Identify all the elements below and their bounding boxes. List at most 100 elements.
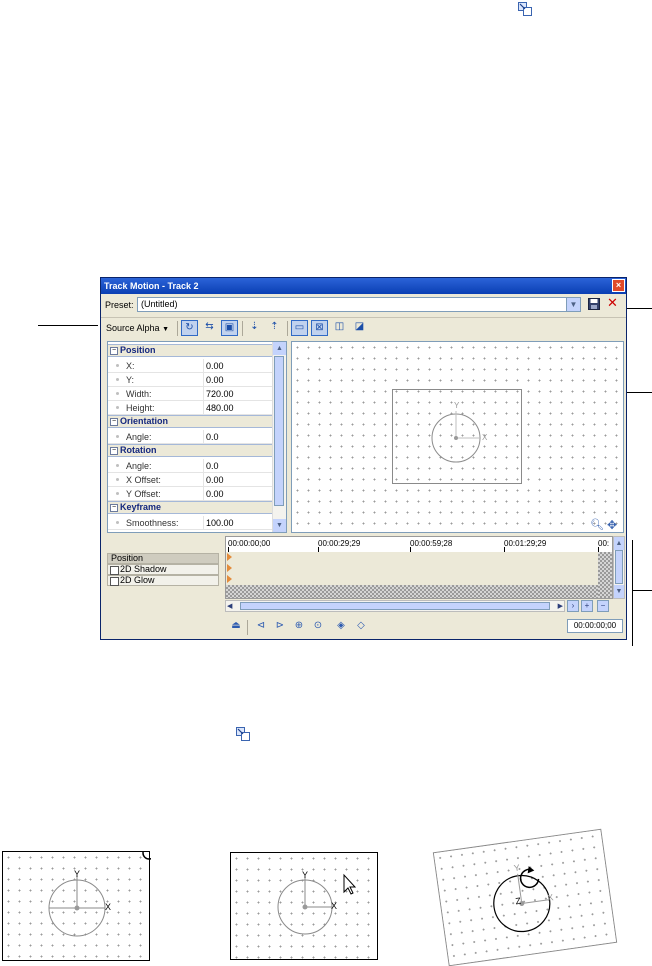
bullet-icon	[116, 464, 119, 467]
properties-scrollbar[interactable]: ▲ ▼	[272, 342, 286, 532]
property-row[interactable]: Smoothness: 100.00	[108, 516, 274, 530]
scroll-thumb[interactable]	[274, 356, 284, 506]
bullet-icon	[116, 364, 119, 367]
property-name: Smoothness:	[126, 518, 179, 528]
property-row[interactable]: Y Offset: 0.00	[108, 487, 274, 501]
frame-bounds[interactable]: Y X	[392, 389, 522, 484]
axis-x-label: X	[482, 433, 488, 442]
property-name: Height:	[126, 403, 155, 413]
property-row[interactable]: X: 0.00	[108, 359, 274, 373]
edit-in-object-space-button[interactable]: ▣	[221, 320, 238, 336]
scroll-thumb[interactable]	[240, 602, 550, 610]
section-header[interactable]: − Rotation	[108, 444, 274, 457]
ruler-time-label: 00:00:00;00	[228, 539, 271, 548]
zoom-in-button[interactable]: +	[581, 600, 593, 612]
close-button[interactable]: ×	[612, 279, 625, 292]
prevent-sizing-y-button[interactable]: ◪	[351, 320, 368, 336]
first-keyframe-button[interactable]: ⊲	[254, 619, 268, 633]
save-preset-button[interactable]	[588, 298, 601, 310]
track-item[interactable]: Position	[107, 553, 219, 564]
preset-dropdown[interactable]: (Untitled) ▼	[137, 297, 581, 312]
timeline-ruler[interactable]: 00:00:00;00 00:00:29;29 00:00:59;28 00:01:2…	[226, 537, 612, 553]
keyframe-timeline[interactable]: 00:00:00;00 00:00:29;29 00:00:59;28 00:01:2…	[225, 536, 613, 599]
scroll-right-button[interactable]: ›	[567, 600, 579, 612]
section-header[interactable]: − Keyframe	[108, 501, 274, 514]
scroll-up-icon[interactable]: ▲	[273, 342, 286, 355]
track-checkbox[interactable]	[110, 577, 119, 586]
chevron-down-icon[interactable]: ▼	[566, 298, 580, 311]
timeline-horizontal-scrollbar[interactable]: ◀ ▶	[225, 600, 565, 612]
property-row[interactable]: Width: 720.00	[108, 387, 274, 401]
section-title: Orientation	[120, 416, 169, 426]
zoom-icon[interactable]: 🔍︎	[590, 518, 604, 531]
scale-about-center-button[interactable]: ⊠	[311, 320, 328, 336]
timeline-vertical-scrollbar[interactable]: ▲ ▼	[613, 536, 625, 599]
prevent-sizing-x-button[interactable]: ◫	[331, 320, 348, 336]
keyframe-controls: ⏏ ⊲ ⊳ ⊕ ⊙ ◈ ◇	[225, 617, 625, 635]
section-title: Rotation	[120, 445, 157, 455]
property-value[interactable]: 100.00	[206, 518, 234, 528]
property-value[interactable]: 0.0	[206, 461, 219, 471]
section-header[interactable]: − Orientation	[108, 415, 274, 428]
track-motion-window: Track Motion - Track 2 × Preset: (Untitl…	[100, 277, 627, 640]
scroll-right-icon[interactable]: ▶	[558, 602, 563, 610]
collapse-icon[interactable]: −	[110, 447, 118, 455]
track-item[interactable]: 2D Glow	[107, 575, 219, 586]
move-freely-button[interactable]: ⇆	[201, 320, 218, 336]
source-alpha-dropdown[interactable]: Source Alpha ▼	[106, 323, 169, 333]
property-name: Y:	[126, 375, 135, 385]
toolbar-separator	[177, 321, 178, 336]
scroll-down-icon[interactable]: ▼	[614, 585, 624, 598]
delete-preset-button[interactable]: ✕	[606, 296, 619, 310]
zoom-out-button[interactable]: −	[597, 600, 609, 612]
lock-aspect-ratio-button[interactable]: ▭	[291, 320, 308, 336]
collapse-icon[interactable]: −	[110, 347, 118, 355]
property-value[interactable]: 720.00	[206, 389, 234, 399]
delete-keyframe-button[interactable]: ◇	[354, 619, 368, 633]
scroll-left-icon[interactable]: ◀	[227, 602, 232, 610]
track-label: 2D Shadow	[120, 564, 167, 574]
cursor-time-display[interactable]: 00:00:00;00	[567, 619, 623, 633]
pan-icon[interactable]: ✥	[607, 518, 617, 532]
preview-canvas[interactable]: Y X 🔍︎ ✥	[291, 341, 624, 533]
scroll-down-icon[interactable]: ▼	[273, 519, 286, 532]
undo-rotate-button[interactable]: ↻	[181, 320, 198, 336]
next-keyframe-button[interactable]: ⊕	[292, 619, 306, 633]
property-value[interactable]: 0.00	[206, 361, 224, 371]
track-checkbox[interactable]	[110, 566, 119, 575]
move-icon-mid	[236, 727, 250, 741]
section-title: Position	[120, 345, 156, 355]
property-row[interactable]: Y: 0.00	[108, 373, 274, 387]
property-value[interactable]: 480.00	[206, 403, 234, 413]
property-value[interactable]: 0.00	[206, 489, 224, 499]
track-item[interactable]: 2D Shadow	[107, 564, 219, 575]
scroll-up-icon[interactable]: ▲	[614, 537, 624, 550]
property-value[interactable]: 0.00	[206, 475, 224, 485]
column-divider	[203, 373, 204, 387]
collapse-icon[interactable]: −	[110, 504, 118, 512]
property-row[interactable]: Angle: 0.0	[108, 430, 274, 444]
property-value[interactable]: 0.00	[206, 375, 224, 385]
property-value[interactable]: 0.0	[206, 432, 219, 442]
property-row[interactable]: X Offset: 0.00	[108, 473, 274, 487]
bullet-icon	[116, 435, 119, 438]
property-name: Angle:	[126, 461, 152, 471]
preset-value: (Untitled)	[141, 299, 178, 309]
prevent-movement-y-button[interactable]: ⇡	[266, 320, 283, 336]
prevent-movement-x-button[interactable]: ⇣	[246, 320, 263, 336]
last-keyframe-button[interactable]: ⊙	[311, 619, 325, 633]
property-row[interactable]: Angle: 0.0	[108, 459, 274, 473]
sync-cursor-button[interactable]: ⏏	[229, 619, 243, 633]
scroll-thumb[interactable]	[615, 550, 623, 584]
toolbar-separator	[242, 321, 243, 336]
add-keyframe-button[interactable]: ◈	[334, 619, 348, 633]
section-header[interactable]: − Position	[108, 344, 274, 357]
callout-line-timeline-h	[632, 590, 652, 591]
timeline-empty-region	[226, 585, 598, 598]
previous-keyframe-button[interactable]: ⊳	[273, 619, 287, 633]
move-icon-top	[518, 2, 532, 16]
column-divider	[203, 473, 204, 487]
collapse-icon[interactable]: −	[110, 418, 118, 426]
ruler-time-label: 00:00:29;29	[318, 539, 361, 548]
property-row[interactable]: Height: 480.00	[108, 401, 274, 415]
